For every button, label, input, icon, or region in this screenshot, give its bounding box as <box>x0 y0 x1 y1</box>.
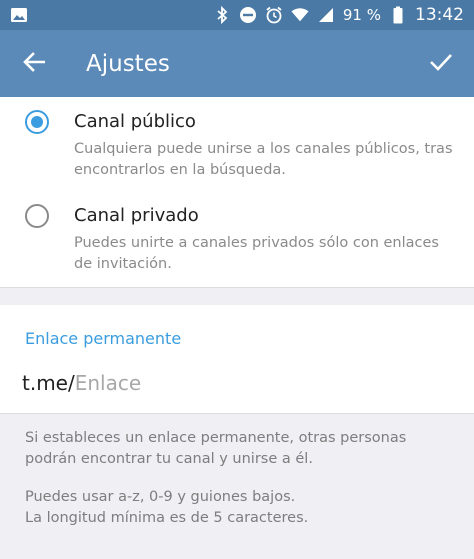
link-info-paragraph: Si estableces un enlace permanente, otra… <box>25 430 407 467</box>
page-title: Ajustes <box>86 50 170 77</box>
image-notification-icon <box>10 6 28 24</box>
signal-icon <box>317 6 335 24</box>
permanent-link-section: Enlace permanente t.me/ <box>0 305 474 413</box>
link-prefix: t.me/ <box>22 371 75 395</box>
public-channel-description: Cualquiera puede unirse a los canales pú… <box>74 141 453 178</box>
wifi-icon <box>291 6 309 24</box>
status-time: 13:42 <box>415 5 464 25</box>
section-divider <box>0 287 474 305</box>
alarm-icon <box>265 6 283 24</box>
arrow-back-icon <box>23 51 46 76</box>
permanent-link-header: Enlace permanente <box>25 329 182 348</box>
link-rules-line: Puedes usar a-z, 0-9 y guiones bajos. <box>25 489 296 505</box>
bluetooth-icon <box>213 6 231 24</box>
link-info: Si estableces un enlace permanente, otra… <box>0 413 474 559</box>
private-channel-description: Puedes unirte a canales privados sólo co… <box>74 235 439 272</box>
public-channel-option[interactable]: Canal público Cualquiera puede unirse a … <box>0 97 474 189</box>
app-bar: Ajustes <box>0 30 474 97</box>
private-channel-option[interactable]: Canal privado Puedes unirte a canales pr… <box>0 193 474 285</box>
battery-percent: 91 % <box>342 6 381 24</box>
public-channel-radio[interactable] <box>25 110 49 134</box>
battery-icon <box>389 6 407 24</box>
done-button[interactable] <box>408 30 474 97</box>
link-rules-paragraph: Puedes usar a-z, 0-9 y guiones bajos. La… <box>25 487 455 529</box>
back-button[interactable] <box>0 30 68 97</box>
private-channel-title: Canal privado <box>74 205 199 226</box>
link-rules-line: La longitud mínima es de 5 caracteres. <box>25 510 309 526</box>
link-row: t.me/ <box>22 371 375 395</box>
do-not-disturb-icon <box>239 6 257 24</box>
channel-type-section: Canal público Cualquiera puede unirse a … <box>0 97 474 287</box>
status-bar: 91 % 13:42 <box>0 0 474 30</box>
check-icon <box>429 53 453 75</box>
public-channel-title: Canal público <box>74 111 196 132</box>
link-input[interactable] <box>74 371 375 395</box>
private-channel-radio[interactable] <box>25 204 49 228</box>
